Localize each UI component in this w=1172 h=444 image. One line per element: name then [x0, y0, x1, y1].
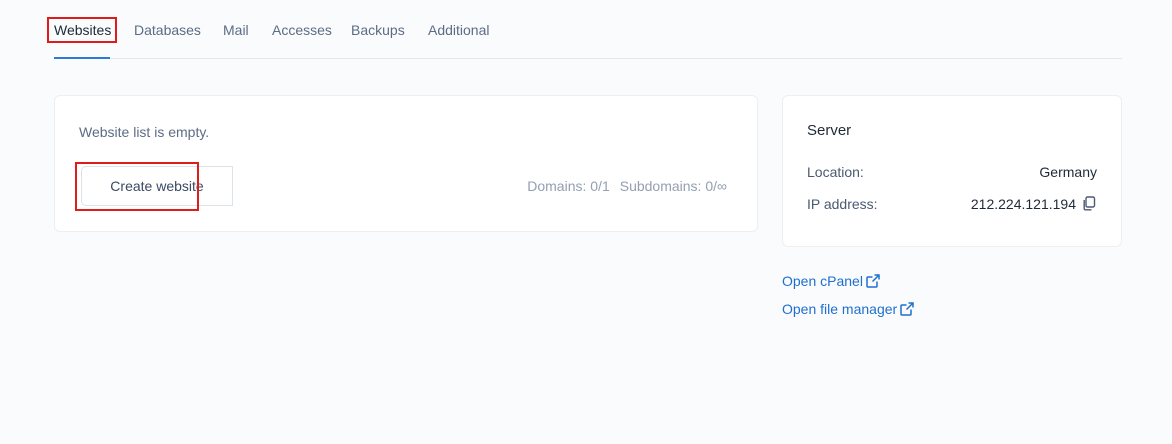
open-cpanel-label: Open cPanel	[782, 273, 863, 289]
websites-card: Website list is empty. Create website Do…	[54, 95, 758, 232]
tab-bar: Websites Databases Mail Accesses Backups…	[54, 0, 1122, 59]
domain-counts: Domains: 0/1 Subdomains: 0/∞	[527, 178, 727, 194]
subdomains-count: Subdomains: 0/∞	[619, 178, 727, 194]
tab-mail[interactable]: Mail	[223, 21, 249, 39]
open-file-manager-label: Open file manager	[782, 301, 898, 317]
copy-icon[interactable]	[1082, 196, 1096, 211]
active-tab-indicator	[54, 57, 110, 59]
location-label: Location:	[807, 164, 864, 180]
tab-additional[interactable]: Additional	[428, 21, 490, 39]
ip-value: 212.224.121.194	[970, 196, 1076, 212]
ip-label: IP address:	[807, 196, 878, 212]
location-value: Germany	[1039, 164, 1097, 180]
server-card: Server Location: Germany IP address: 212…	[782, 95, 1122, 247]
domains-count: Domains: 0/1	[527, 178, 610, 194]
tab-databases[interactable]: Databases	[134, 21, 201, 39]
create-website-button[interactable]: Create website	[81, 166, 233, 206]
open-cpanel-link[interactable]: Open cPanel	[782, 273, 880, 289]
server-title: Server	[807, 122, 852, 139]
tab-websites[interactable]: Websites	[54, 21, 111, 39]
external-link-icon	[866, 274, 880, 288]
tab-backups[interactable]: Backups	[351, 21, 405, 39]
create-website-label: Create website	[110, 178, 204, 194]
external-link-icon	[900, 302, 914, 316]
open-file-manager-link[interactable]: Open file manager	[782, 301, 914, 317]
tab-accesses[interactable]: Accesses	[272, 21, 332, 39]
empty-list-message: Website list is empty.	[79, 124, 210, 140]
